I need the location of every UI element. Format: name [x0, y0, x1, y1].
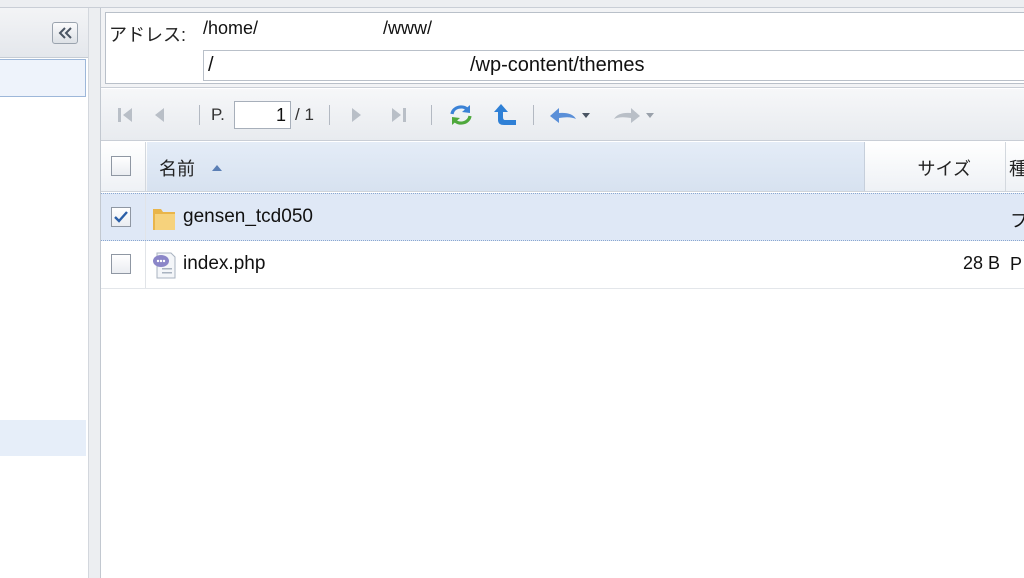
panel-splitter[interactable] — [88, 8, 101, 578]
row-checkbox-cell — [101, 194, 146, 240]
address-box: アドレス: /home/ /www/ / /wp-content/themes — [105, 12, 1024, 84]
column-header-size-label: サイズ — [917, 159, 971, 179]
file-row[interactable]: gensen_tcd050 フ — [101, 193, 1024, 241]
redo-icon — [614, 108, 654, 123]
column-header-name[interactable]: 名前 — [147, 142, 865, 191]
toolbar-separator — [533, 105, 534, 125]
collapse-panel-button[interactable] — [52, 22, 78, 44]
column-header-name-label: 名前 — [159, 159, 195, 179]
refresh-icon — [450, 105, 472, 125]
toolbar-separator — [329, 105, 330, 125]
address-path-line1[interactable]: /home/ /www/ — [203, 18, 1024, 44]
next-page-icon — [352, 108, 361, 122]
refresh-button[interactable] — [447, 102, 475, 128]
select-all-column — [101, 142, 146, 191]
file-manager: アドレス: /home/ /www/ / /wp-content/themes — [0, 0, 1024, 578]
next-page-button[interactable] — [345, 102, 369, 128]
file-grid-empty-area[interactable] — [101, 290, 1024, 578]
address-path-segment: /www/ — [383, 18, 432, 38]
file-name: gensen_tcd050 — [183, 206, 313, 227]
folder-up-icon — [494, 104, 516, 125]
last-page-button[interactable] — [387, 102, 411, 128]
checkmark-icon — [114, 211, 128, 223]
undo-icon — [550, 108, 590, 123]
address-path-segment: / — [208, 54, 214, 76]
undo-dropdown-button[interactable] — [547, 102, 593, 128]
prev-page-button[interactable] — [147, 102, 171, 128]
row-checkbox-cell — [101, 241, 146, 288]
top-strip — [0, 0, 1024, 8]
address-path-input[interactable]: / /wp-content/themes — [203, 50, 1024, 81]
file-list-panel: アドレス: /home/ /www/ / /wp-content/themes — [101, 8, 1024, 578]
row-checkbox-checked[interactable] — [111, 207, 131, 227]
folder-tree-header — [0, 8, 88, 58]
toolbar-separator — [431, 105, 432, 125]
first-page-icon — [118, 108, 132, 122]
file-type: フ — [1010, 211, 1024, 231]
folder-tree-panel — [0, 8, 88, 578]
php-file-icon — [153, 252, 176, 279]
address-path-segment: /home/ — [203, 18, 259, 38]
column-header-type-label: 種 — [1009, 159, 1024, 179]
file-name: index.php — [183, 253, 266, 274]
page-prefix: P. — [211, 105, 225, 124]
address-bar: アドレス: /home/ /www/ / /wp-content/themes — [101, 8, 1024, 88]
folder-tree-hover-node[interactable] — [0, 420, 86, 456]
page-number-input[interactable]: 1 — [234, 101, 291, 129]
file-size: 28 B — [962, 253, 1000, 273]
column-header-type[interactable]: 種 — [1007, 142, 1024, 191]
pagination-toolbar: P. 1 / 1 — [101, 89, 1024, 141]
double-chevron-left-icon — [58, 27, 72, 39]
folder-tree-selected-node[interactable] — [0, 59, 86, 97]
address-label: アドレス: — [109, 25, 187, 45]
page-total: / 1 — [295, 105, 314, 124]
last-page-icon — [392, 108, 406, 122]
row-checkbox[interactable] — [111, 254, 131, 274]
redo-dropdown-button[interactable] — [611, 102, 657, 128]
file-type: P — [1010, 254, 1023, 274]
folder-icon — [153, 209, 175, 230]
file-grid-header: 名前 サイズ 種 — [101, 142, 1024, 192]
file-row[interactable]: index.php 28 B P — [101, 241, 1024, 289]
parent-folder-button[interactable] — [491, 102, 519, 128]
toolbar-separator — [199, 105, 200, 125]
prev-page-icon — [155, 108, 164, 122]
sort-asc-icon — [212, 165, 222, 171]
column-header-size[interactable]: サイズ — [866, 142, 1006, 191]
address-path-segment: /wp-content/themes — [470, 54, 645, 76]
select-all-checkbox[interactable] — [111, 156, 131, 176]
first-page-button[interactable] — [113, 102, 137, 128]
